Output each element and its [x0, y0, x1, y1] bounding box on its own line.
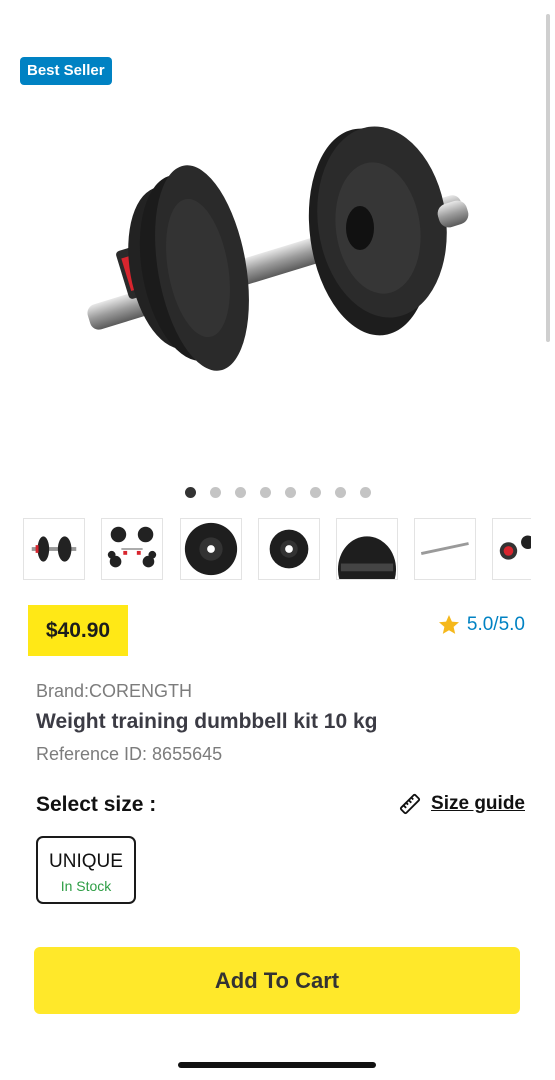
thumbnail-strip[interactable]	[23, 518, 531, 582]
size-guide-label[interactable]: Size guide	[431, 793, 525, 815]
gallery-dot[interactable]	[359, 487, 371, 498]
product-brand: Brand:CORENGTH	[36, 681, 193, 701]
size-option-name: UNIQUE	[49, 851, 123, 872]
home-indicator[interactable]	[178, 1062, 376, 1068]
gallery-dot[interactable]	[209, 487, 221, 498]
gallery-dot[interactable]	[184, 487, 196, 498]
gallery-dot[interactable]	[259, 487, 271, 498]
thumbnail-small-plate[interactable]	[258, 518, 320, 580]
product-rating[interactable]: 5.0/5.0	[437, 612, 525, 638]
product-title: Weight training dumbbell kit 10 kg	[36, 710, 378, 733]
size-option-unique[interactable]: UNIQUE In Stock	[36, 836, 136, 904]
star-icon	[438, 615, 459, 634]
product-price: $40.90	[28, 605, 128, 656]
thumbnail-plate-closeup[interactable]	[336, 518, 398, 580]
page-scrollbar[interactable]	[546, 14, 550, 342]
gallery-dot[interactable]	[334, 487, 346, 498]
product-main-image[interactable]	[60, 110, 500, 410]
gallery-dot[interactable]	[309, 487, 321, 498]
ruler-icon	[399, 793, 421, 815]
thumbnail-dumbbell-assembled[interactable]	[23, 518, 85, 580]
gallery-pagination[interactable]	[0, 487, 555, 498]
thumbnail-bar[interactable]	[414, 518, 476, 580]
size-option-stock: In Stock	[60, 878, 112, 894]
gallery-dot[interactable]	[284, 487, 296, 498]
gallery-dot[interactable]	[234, 487, 246, 498]
product-reference-id: Reference ID: 8655645	[36, 744, 223, 764]
thumbnail-plates-set[interactable]	[101, 518, 163, 580]
dumbbell-image	[87, 126, 469, 371]
thumbnail-large-plate[interactable]	[180, 518, 242, 580]
rating-value: 5.0/5.0	[466, 614, 525, 635]
select-size-label: Select size :	[36, 793, 157, 816]
add-to-cart-button[interactable]: Add To Cart	[34, 947, 520, 1014]
size-guide-link[interactable]: Size guide	[399, 793, 525, 815]
best-seller-badge: Best Seller	[20, 57, 112, 85]
thumbnail-collar[interactable]	[492, 518, 531, 580]
